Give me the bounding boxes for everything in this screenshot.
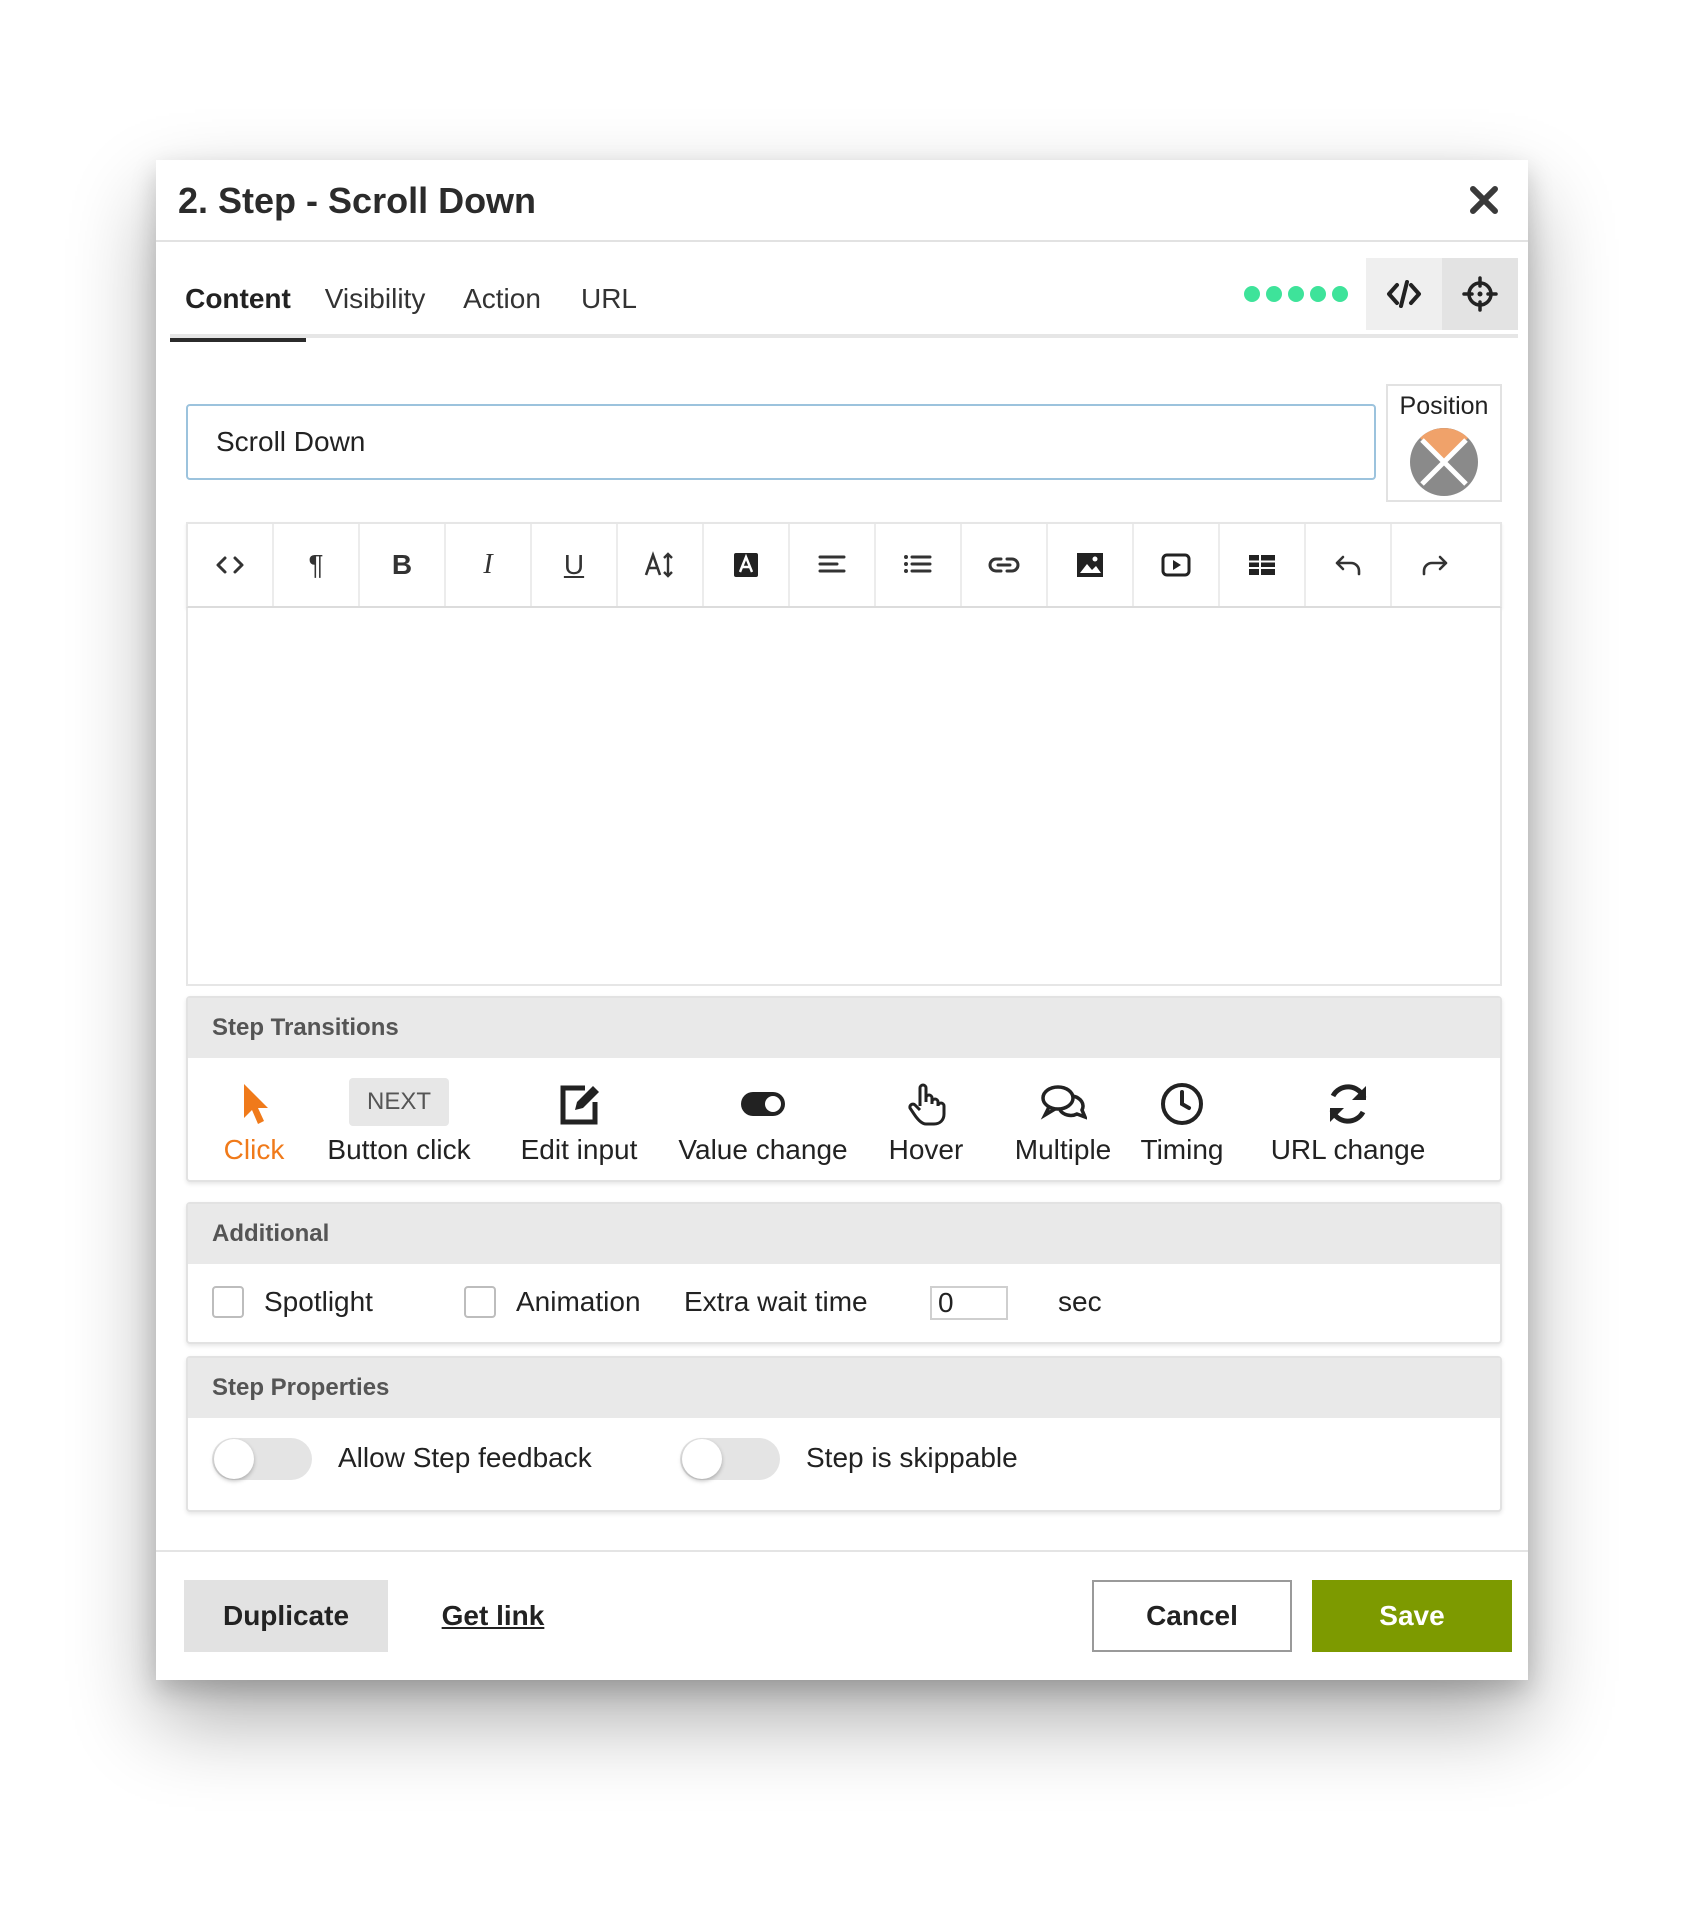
code-view-icon[interactable]	[188, 524, 274, 606]
close-icon[interactable]	[1462, 178, 1506, 222]
get-link-button[interactable]: Get link	[428, 1580, 558, 1652]
video-icon[interactable]	[1134, 524, 1220, 606]
step-properties-row: Allow Step feedback Step is skippable	[188, 1420, 1500, 1500]
italic-icon[interactable]: I	[446, 524, 532, 606]
extra-wait-input[interactable]	[930, 1286, 1008, 1320]
list-icon[interactable]	[876, 524, 962, 606]
image-icon[interactable]	[1048, 524, 1134, 606]
tab-action[interactable]: Action	[454, 260, 550, 338]
skippable-label: Step is skippable	[806, 1442, 1018, 1473]
font-size-icon[interactable]	[618, 524, 704, 606]
animation-checkbox[interactable]	[464, 1286, 496, 1318]
table-icon[interactable]	[1220, 524, 1306, 606]
step-dialog: 2. Step - Scroll Down Content Visibility…	[156, 160, 1528, 1680]
transition-label: Click	[223, 1134, 285, 1165]
tab-url[interactable]: URL	[574, 260, 644, 338]
transition-hover[interactable]: Hover	[886, 1078, 966, 1174]
undo-icon[interactable]	[1306, 524, 1392, 606]
transition-label: Timing	[1140, 1134, 1224, 1165]
position-label: Position	[1399, 392, 1489, 420]
progress-dots	[1244, 286, 1354, 306]
next-chip: NEXT	[348, 1078, 449, 1126]
tab-content[interactable]: Content	[170, 260, 306, 342]
step-properties-heading: Step Properties	[188, 1358, 1500, 1418]
duplicate-button[interactable]: Duplicate	[184, 1580, 388, 1652]
transition-button-click[interactable]: NEXT Button click	[324, 1078, 474, 1174]
transition-label: Button click	[327, 1134, 471, 1165]
edit-icon	[560, 1085, 599, 1125]
progress-dot	[1310, 286, 1326, 302]
allow-feedback-toggle[interactable]	[212, 1438, 312, 1480]
chat-bubbles-icon	[1040, 1085, 1087, 1120]
position-picker[interactable]: Position	[1386, 384, 1502, 502]
dialog-footer: Duplicate Get link Cancel Save	[156, 1550, 1528, 1680]
additional-heading: Additional	[188, 1204, 1500, 1264]
progress-dot	[1288, 286, 1304, 302]
align-icon[interactable]	[790, 524, 876, 606]
transition-label: URL change	[1270, 1134, 1426, 1165]
content-editor[interactable]	[186, 608, 1502, 986]
transition-multiple[interactable]: Multiple	[1008, 1078, 1118, 1174]
cancel-button[interactable]: Cancel	[1092, 1580, 1292, 1652]
step-title-input[interactable]	[186, 404, 1376, 480]
pointer-icon	[244, 1084, 268, 1124]
code-icon[interactable]	[1366, 258, 1442, 330]
transition-timing[interactable]: Timing	[1134, 1078, 1230, 1174]
crosshair-icon[interactable]	[1442, 258, 1518, 330]
link-icon[interactable]	[962, 524, 1048, 606]
step-transitions-panel: Step Transitions Click NEXT Button click…	[186, 996, 1502, 1182]
clock-icon	[1161, 1083, 1203, 1125]
spotlight-checkbox[interactable]	[212, 1286, 244, 1318]
additional-panel: Additional Spotlight Animation Extra wai…	[186, 1202, 1502, 1344]
transition-click[interactable]: Click	[218, 1078, 290, 1174]
progress-dot	[1266, 286, 1282, 302]
position-picker-icon	[1410, 428, 1478, 496]
toggle-icon	[741, 1092, 785, 1116]
transition-label: Hover	[888, 1134, 964, 1165]
text-color-icon[interactable]	[704, 524, 790, 606]
editor-toolbar: ¶ B I U	[186, 522, 1502, 608]
underline-icon[interactable]: U	[532, 524, 618, 606]
progress-dot	[1332, 286, 1348, 302]
redo-icon[interactable]	[1392, 524, 1478, 606]
step-properties-panel: Step Properties Allow Step feedback Step…	[186, 1356, 1502, 1512]
step-transitions-heading: Step Transitions	[188, 998, 1500, 1058]
spotlight-label: Spotlight	[264, 1286, 373, 1317]
animation-label: Animation	[516, 1286, 641, 1317]
toggle-knob	[214, 1439, 254, 1479]
dialog-title: 2. Step - Scroll Down	[178, 180, 537, 221]
hand-icon	[908, 1083, 946, 1126]
additional-row: Spotlight Animation Extra wait time sec	[188, 1266, 1500, 1346]
transition-value-change[interactable]: Value change	[678, 1078, 848, 1174]
skippable-toggle[interactable]	[680, 1438, 780, 1480]
transition-list: Click NEXT Button click Edit input Value…	[188, 1060, 1500, 1180]
transition-url-change[interactable]: URL change	[1268, 1078, 1428, 1174]
save-button[interactable]: Save	[1312, 1580, 1512, 1652]
bold-icon[interactable]: B	[360, 524, 446, 606]
transition-label: Multiple	[1014, 1134, 1112, 1165]
transition-label: Value change	[678, 1134, 848, 1165]
tab-visibility[interactable]: Visibility	[320, 260, 430, 338]
refresh-icon	[1329, 1084, 1367, 1124]
extra-wait-label: Extra wait time	[684, 1286, 868, 1317]
tab-bar: Content Visibility Action URL	[170, 258, 1518, 342]
dialog-header: 2. Step - Scroll Down	[156, 160, 1528, 242]
toggle-knob	[682, 1439, 722, 1479]
sec-unit: sec	[1058, 1286, 1102, 1317]
allow-feedback-label: Allow Step feedback	[338, 1442, 592, 1473]
paragraph-icon[interactable]: ¶	[274, 524, 360, 606]
transition-label: Edit input	[520, 1134, 638, 1165]
transition-edit-input[interactable]: Edit input	[514, 1078, 644, 1174]
progress-dot	[1244, 286, 1260, 302]
